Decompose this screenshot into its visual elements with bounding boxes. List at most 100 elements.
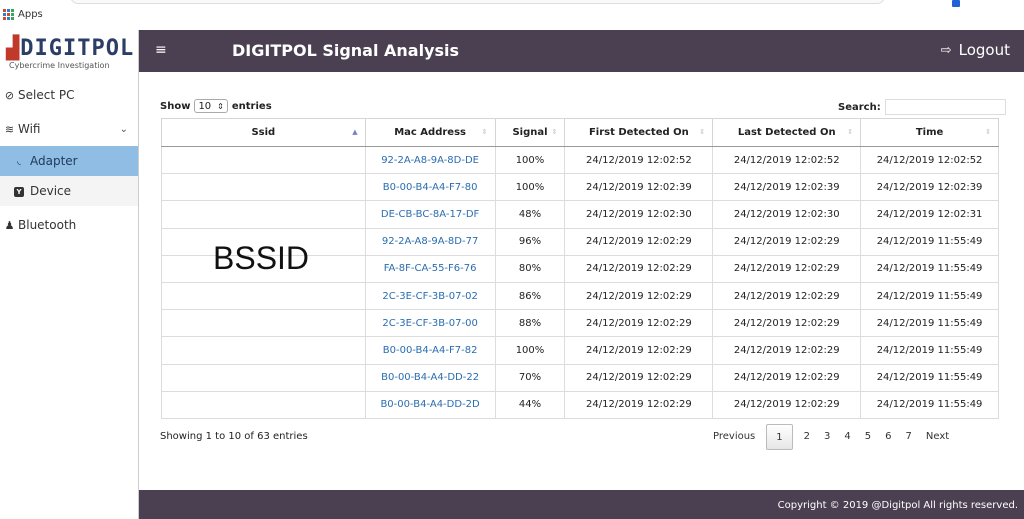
show-label: Show <box>160 100 191 112</box>
page-button-1[interactable]: 1 <box>766 424 793 450</box>
last-detected-cell: 24/12/2019 12:02:30 <box>712 200 862 229</box>
menu-toggle-icon[interactable]: ≡ <box>155 42 167 58</box>
bssid-annotation: BSSID <box>213 240 310 276</box>
last-detected-cell: 24/12/2019 12:02:29 <box>712 336 862 365</box>
col-header-last-detected[interactable]: Last Detected On ⇕ <box>712 118 862 147</box>
col-header-first-detected[interactable]: First Detected On ⇕ <box>564 118 714 147</box>
last-detected-cell: 24/12/2019 12:02:39 <box>712 173 862 202</box>
apps-label: Apps <box>18 9 43 20</box>
first-detected-cell: 24/12/2019 12:02:30 <box>564 200 714 229</box>
time-cell: 24/12/2019 11:55:49 <box>860 336 999 365</box>
signal-cell: 86% <box>494 281 566 311</box>
logout-icon: ⇨ <box>940 42 952 58</box>
signal-cell: 100% <box>494 145 566 175</box>
time-cell: 24/12/2019 11:55:49 <box>860 309 999 338</box>
sidebar-item-label: Wifi <box>18 122 41 136</box>
first-detected-cell: 24/12/2019 12:02:52 <box>564 145 714 175</box>
signal-cell: 44% <box>494 390 566 419</box>
col-header-mac[interactable]: Mac Address ⇕ <box>364 118 496 147</box>
page-button-5[interactable]: 5 <box>858 424 878 450</box>
extension-icon[interactable] <box>952 0 960 7</box>
sidebar-item-wifi[interactable]: ≋ Wifi ⌄ <box>0 112 138 146</box>
logout-button[interactable]: ⇨ Logout <box>941 41 1010 59</box>
signal-cell: 96% <box>494 227 566 256</box>
sidebar-item-bluetooth[interactable]: ♟ Bluetooth <box>0 208 138 242</box>
first-detected-cell: 24/12/2019 12:02:29 <box>564 227 714 256</box>
time-cell: 24/12/2019 12:02:31 <box>860 200 999 229</box>
previous-button[interactable]: Previous <box>706 424 762 450</box>
table-row[interactable]: B0-00-B4-A4-F7-80 100% 24/12/2019 12:02:39… <box>161 173 999 202</box>
logo: ▟DIGITPOL Cybercrime Investigation <box>0 30 138 78</box>
address-bar-edge[interactable] <box>70 0 885 4</box>
mac-address-cell[interactable]: 2C-3E-CF-3B-07-00 <box>364 309 496 338</box>
sort-icon: ⇕ <box>699 128 706 136</box>
entries-label: entries <box>231 100 272 112</box>
last-detected-cell: 24/12/2019 12:02:52 <box>712 145 862 175</box>
mac-address-cell[interactable]: 2C-3E-CF-3B-07-02 <box>364 281 496 311</box>
last-detected-cell: 24/12/2019 12:02:29 <box>712 254 862 283</box>
page-title: DIGITPOL Signal Analysis <box>232 41 460 60</box>
sidebar: ▟DIGITPOL Cybercrime Investigation ⊘ Sel… <box>0 30 139 519</box>
sidebar-item-select-pc[interactable]: ⊘ Select PC <box>0 78 138 112</box>
select-arrows-icon: ⇕ <box>217 101 224 111</box>
mac-address-cell[interactable]: DE-CB-BC-8A-17-DF <box>364 200 496 229</box>
page-button-6[interactable]: 6 <box>878 424 898 450</box>
sidebar-item-label: Adapter <box>30 154 78 168</box>
apps-shortcut[interactable]: Apps <box>3 9 43 20</box>
table-row[interactable]: 92-2A-A8-9A-8D-DE 100% 24/12/2019 12:02:52… <box>161 145 999 175</box>
table-row[interactable]: B0-00-B4-A4-DD-2D 44% 24/12/2019 12:02:29 2… <box>161 390 999 419</box>
signal-cell: 100% <box>494 336 566 365</box>
sidebar-item-adapter[interactable]: ◟ Adapter <box>0 146 138 176</box>
pagination: Previous 1234567 Next <box>706 424 956 450</box>
time-cell: 24/12/2019 11:55:49 <box>860 227 999 256</box>
mac-address-cell[interactable]: B0-00-B4-A4-DD-2D <box>364 390 496 419</box>
ssid-cell <box>161 363 366 392</box>
device-icon: Y <box>14 186 24 197</box>
table-row[interactable]: 2C-3E-CF-3B-07-00 88% 24/12/2019 12:02:29 2… <box>161 309 999 338</box>
entries-per-page-select[interactable]: 10 ⇕ <box>194 99 228 113</box>
last-detected-cell: 24/12/2019 12:02:29 <box>712 281 862 311</box>
sidebar-item-label: Select PC <box>18 88 75 102</box>
time-cell: 24/12/2019 11:55:49 <box>860 363 999 392</box>
mac-address-cell[interactable]: B0-00-B4-A4-DD-22 <box>364 363 496 392</box>
search-input[interactable] <box>884 99 1006 115</box>
check-circle-icon: ⊘ <box>4 88 15 102</box>
last-detected-cell: 24/12/2019 12:02:29 <box>712 309 862 338</box>
page-button-4[interactable]: 4 <box>837 424 857 450</box>
table-row[interactable]: 2C-3E-CF-3B-07-02 86% 24/12/2019 12:02:29 2… <box>161 281 999 311</box>
logo-tagline: Cybercrime Investigation <box>9 61 110 70</box>
entries-per-page-value: 10 <box>198 100 212 112</box>
table-header-row: Ssid ▲ Mac Address ⇕ Signal ⇕ First Detecte… <box>161 118 999 147</box>
ssid-cell <box>161 200 366 229</box>
search-label: Search: <box>838 101 881 113</box>
last-detected-cell: 24/12/2019 12:02:29 <box>712 363 862 392</box>
page-button-3[interactable]: 3 <box>817 424 837 450</box>
mac-address-cell[interactable]: B0-00-B4-A4-F7-82 <box>364 336 496 365</box>
col-header-signal[interactable]: Signal ⇕ <box>494 118 566 147</box>
signal-cell: 48% <box>494 200 566 229</box>
ssid-cell <box>161 281 366 311</box>
page-button-7[interactable]: 7 <box>899 424 919 450</box>
first-detected-cell: 24/12/2019 12:02:29 <box>564 281 714 311</box>
time-cell: 24/12/2019 12:02:39 <box>860 173 999 202</box>
col-header-ssid[interactable]: Ssid ▲ <box>161 118 366 147</box>
mac-address-cell[interactable]: B0-00-B4-A4-F7-80 <box>364 173 496 202</box>
last-detected-cell: 24/12/2019 12:02:29 <box>712 227 862 256</box>
chevron-down-icon: ⌄ <box>119 123 128 135</box>
next-button[interactable]: Next <box>919 424 956 450</box>
table-row[interactable]: B0-00-B4-A4-F7-82 100% 24/12/2019 12:02:29… <box>161 336 999 365</box>
mac-address-cell[interactable]: 92-2A-A8-9A-8D-DE <box>364 145 496 175</box>
col-header-time[interactable]: Time ⇕ <box>860 118 999 147</box>
sidebar-item-device[interactable]: Y Device <box>0 176 138 206</box>
ssid-cell <box>161 173 366 202</box>
sort-icon: ⇕ <box>985 128 991 136</box>
table-row[interactable]: DE-CB-BC-8A-17-DF 48% 24/12/2019 12:02:30 2… <box>161 200 999 229</box>
mac-address-cell[interactable]: 92-2A-A8-9A-8D-77 <box>364 227 496 256</box>
page-button-2[interactable]: 2 <box>797 424 817 450</box>
mac-address-cell[interactable]: FA-8F-CA-55-F6-76 <box>364 254 496 283</box>
signal-cell: 80% <box>494 254 566 283</box>
first-detected-cell: 24/12/2019 12:02:39 <box>564 173 714 202</box>
sidebar-item-label: Device <box>30 184 72 198</box>
apps-grid-icon <box>3 9 14 20</box>
table-row[interactable]: B0-00-B4-A4-DD-22 70% 24/12/2019 12:02:29 2… <box>161 363 999 392</box>
